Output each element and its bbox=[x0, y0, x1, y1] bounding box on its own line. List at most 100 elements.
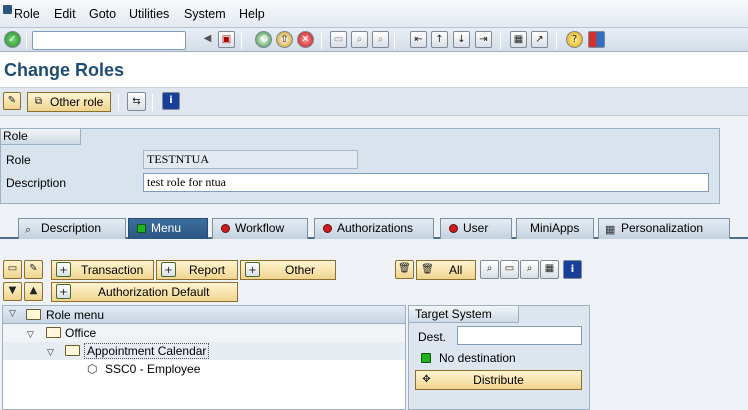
new-session-icon[interactable]: ▦ bbox=[510, 31, 527, 48]
print-icon[interactable]: ▭ bbox=[330, 31, 347, 48]
tree-row-office[interactable]: ▽ Office bbox=[3, 324, 405, 342]
information-icon[interactable]: i bbox=[563, 260, 582, 279]
structure-icon[interactable]: ▦ bbox=[540, 260, 559, 279]
application-toolbar: ✎ ⧉ Other role ⇆ i bbox=[0, 88, 748, 116]
tree-header: ▽ Role menu bbox=[3, 306, 405, 324]
other-button[interactable]: + Other bbox=[240, 260, 336, 280]
enter-icon[interactable]: ✓ bbox=[4, 31, 21, 48]
distribute-button[interactable]: ✥ Distribute bbox=[415, 370, 582, 390]
exit-icon[interactable]: ⇧ bbox=[276, 31, 293, 48]
folder-icon bbox=[26, 309, 41, 320]
page-title: Change Roles bbox=[4, 60, 125, 80]
add-icon: + bbox=[56, 284, 71, 299]
other-label: Other bbox=[285, 263, 316, 277]
role-label: Role bbox=[6, 153, 31, 167]
menu-role[interactable]: Role bbox=[14, 7, 40, 21]
display-change-icon[interactable]: ✎ bbox=[3, 92, 21, 110]
role-panel: Role Role TESTNTUA Description test role… bbox=[0, 128, 720, 204]
menu-system[interactable]: System bbox=[184, 7, 226, 21]
tab-personalization-label: Personalization bbox=[621, 221, 704, 235]
tab-strip: ⌕ Description Menu Workflow Authorizatio… bbox=[0, 215, 748, 239]
folder-icon bbox=[46, 327, 61, 338]
zoom-out-icon[interactable]: ⌕ bbox=[480, 260, 499, 279]
tab-miniapps-label: MiniApps bbox=[530, 221, 580, 235]
back-arrow-icon[interactable]: ◀ bbox=[199, 31, 216, 48]
tab-menu-label: Menu bbox=[151, 221, 182, 235]
last-page-icon[interactable]: ⇥ bbox=[475, 31, 492, 48]
cancel-icon[interactable]: ✕ bbox=[297, 31, 314, 48]
status-green-icon bbox=[421, 353, 431, 363]
save-icon[interactable]: ▣ bbox=[218, 31, 235, 48]
menu-goto[interactable]: Goto bbox=[89, 7, 116, 21]
appointment-calendar-label: Appointment Calendar bbox=[84, 343, 210, 359]
title-area: Change Roles bbox=[0, 52, 748, 88]
authorization-default-button[interactable]: + Authorization Default bbox=[51, 282, 238, 302]
tree-row-employee[interactable]: ⬡ SSC0 - Employee bbox=[3, 360, 405, 378]
personalization-icon: ▦ bbox=[605, 224, 616, 236]
hierarchy-icon[interactable]: ⇆ bbox=[127, 92, 146, 111]
other-role-button[interactable]: ⧉ Other role bbox=[27, 92, 111, 112]
distribute-label: Distribute bbox=[473, 373, 524, 387]
magnifier-icon: ⌕ bbox=[25, 224, 32, 236]
tab-workflow-label: Workflow bbox=[235, 221, 285, 235]
add-icon: + bbox=[245, 262, 260, 277]
document-icon[interactable]: ▭ bbox=[500, 260, 519, 279]
description-label: Description bbox=[6, 176, 67, 190]
dest-label: Dest. bbox=[418, 330, 447, 344]
previous-page-icon[interactable]: ↑ bbox=[431, 31, 448, 48]
shortcut-icon[interactable]: ↗ bbox=[531, 31, 548, 48]
window-icon[interactable] bbox=[3, 5, 12, 14]
help-icon[interactable]: ? bbox=[566, 31, 583, 48]
folder-icon[interactable]: ▭ bbox=[3, 260, 22, 279]
status-green-icon bbox=[137, 224, 146, 233]
tab-user[interactable]: User bbox=[440, 218, 512, 239]
dest-field[interactable] bbox=[457, 326, 582, 345]
delete-icon[interactable]: 🗑 bbox=[395, 260, 414, 279]
move-down-icon[interactable]: ▼ bbox=[3, 282, 22, 301]
distribute-icon: ✥ bbox=[422, 374, 431, 385]
collapse-icon[interactable]: ▽ bbox=[9, 309, 16, 319]
role-field: TESTNTUA bbox=[143, 150, 358, 169]
transaction-button[interactable]: + Transaction bbox=[51, 260, 154, 280]
menu-utilities[interactable]: Utilities bbox=[129, 7, 169, 21]
find-icon[interactable]: ⌕ bbox=[520, 260, 539, 279]
move-up-icon[interactable]: ▲ bbox=[24, 282, 43, 301]
tab-menu[interactable]: Menu bbox=[128, 218, 208, 239]
first-page-icon[interactable]: ⇤ bbox=[410, 31, 427, 48]
delete-all-label: All bbox=[449, 263, 463, 277]
layout-menu-icon[interactable] bbox=[588, 31, 605, 48]
transaction-cube-icon: ⬡ bbox=[87, 362, 98, 376]
status-red-icon bbox=[323, 224, 332, 233]
tab-personalization[interactable]: ▦ Personalization bbox=[598, 218, 730, 239]
menu-help[interactable]: Help bbox=[239, 7, 265, 21]
other-role-label: Other role bbox=[50, 95, 104, 109]
tab-workflow[interactable]: Workflow bbox=[212, 218, 308, 239]
status-red-icon bbox=[221, 224, 230, 233]
tab-authorizations-label: Authorizations bbox=[337, 221, 414, 235]
tab-description[interactable]: ⌕ Description bbox=[18, 218, 126, 239]
back-icon[interactable]: ⟲ bbox=[255, 31, 272, 48]
pencil-icon[interactable]: ✎ bbox=[24, 260, 43, 279]
tree-header-label: Role menu bbox=[46, 308, 105, 322]
description-field[interactable]: test role for ntua bbox=[143, 173, 709, 192]
next-page-icon[interactable]: ↓ bbox=[453, 31, 470, 48]
tree-row-appointment-calendar[interactable]: ▽ Appointment Calendar bbox=[3, 342, 405, 360]
status-red-icon bbox=[449, 224, 458, 233]
other-role-icon: ⧉ bbox=[34, 96, 43, 107]
report-label: Report bbox=[189, 263, 226, 277]
report-button[interactable]: + Report bbox=[156, 260, 238, 280]
information-icon[interactable]: i bbox=[162, 92, 180, 110]
target-system-heading: Target System bbox=[409, 306, 519, 323]
tab-authorizations[interactable]: Authorizations bbox=[314, 218, 434, 239]
command-field[interactable] bbox=[32, 31, 186, 50]
authorization-default-label: Authorization Default bbox=[98, 285, 210, 299]
tab-miniapps[interactable]: MiniApps bbox=[516, 218, 594, 239]
add-icon: + bbox=[56, 262, 71, 277]
delete-all-button[interactable]: 🗑 All bbox=[416, 260, 476, 280]
find-icon[interactable]: ⌕ bbox=[351, 31, 368, 48]
transaction-label: Transaction bbox=[81, 263, 144, 277]
status-label: No destination bbox=[439, 351, 516, 365]
find-next-icon[interactable]: ⌕ bbox=[372, 31, 389, 48]
target-system-panel: Target System Dest. No destination ✥ Dis… bbox=[408, 305, 590, 410]
menu-edit[interactable]: Edit bbox=[54, 7, 76, 21]
